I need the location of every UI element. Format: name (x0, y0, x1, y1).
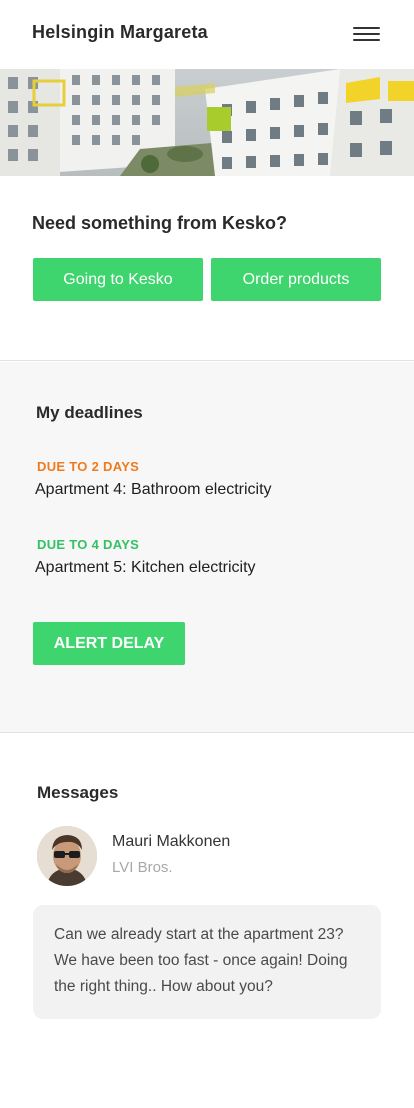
page-title: Helsingin Margareta (32, 22, 208, 42)
person-avatar-icon (37, 826, 97, 886)
order-products-button[interactable]: Order products (211, 258, 381, 301)
sender-company: LVI Bros. (112, 859, 173, 876)
deadline-task[interactable]: Apartment 4: Bathroom electricity (35, 481, 272, 499)
avatar[interactable] (37, 826, 97, 886)
menu-line (353, 39, 380, 41)
kesko-heading: Need something from Kesko? (32, 213, 288, 233)
hero-image (0, 69, 414, 176)
deadline-due-badge: DUE TO 2 DAYS (37, 459, 140, 474)
app-header: Helsingin Margareta (0, 0, 414, 69)
deadline-task[interactable]: Apartment 5: Kitchen electricity (35, 559, 256, 577)
hamburger-menu-icon[interactable] (353, 25, 380, 43)
apartment-buildings-illustration (0, 69, 414, 176)
deadlines-section: My deadlines DUE TO 2 DAYS Apartment 4: … (0, 362, 414, 733)
sender-name[interactable]: Mauri Makkonen (112, 833, 230, 851)
menu-line (353, 27, 380, 29)
message-bubble[interactable]: Can we already start at the apartment 23… (33, 905, 381, 1019)
kesko-section: Need something from Kesko? Going to Kesk… (0, 176, 414, 361)
messages-section: Messages Mauri Makkonen LVI Bros. Can we… (0, 734, 414, 1108)
going-to-kesko-button[interactable]: Going to Kesko (33, 258, 203, 301)
menu-line (353, 33, 380, 35)
deadline-due-badge: DUE TO 4 DAYS (37, 537, 140, 552)
messages-heading: Messages (37, 783, 119, 802)
alert-delay-button[interactable]: ALERT DELAY (33, 622, 185, 665)
deadlines-heading: My deadlines (36, 403, 143, 422)
